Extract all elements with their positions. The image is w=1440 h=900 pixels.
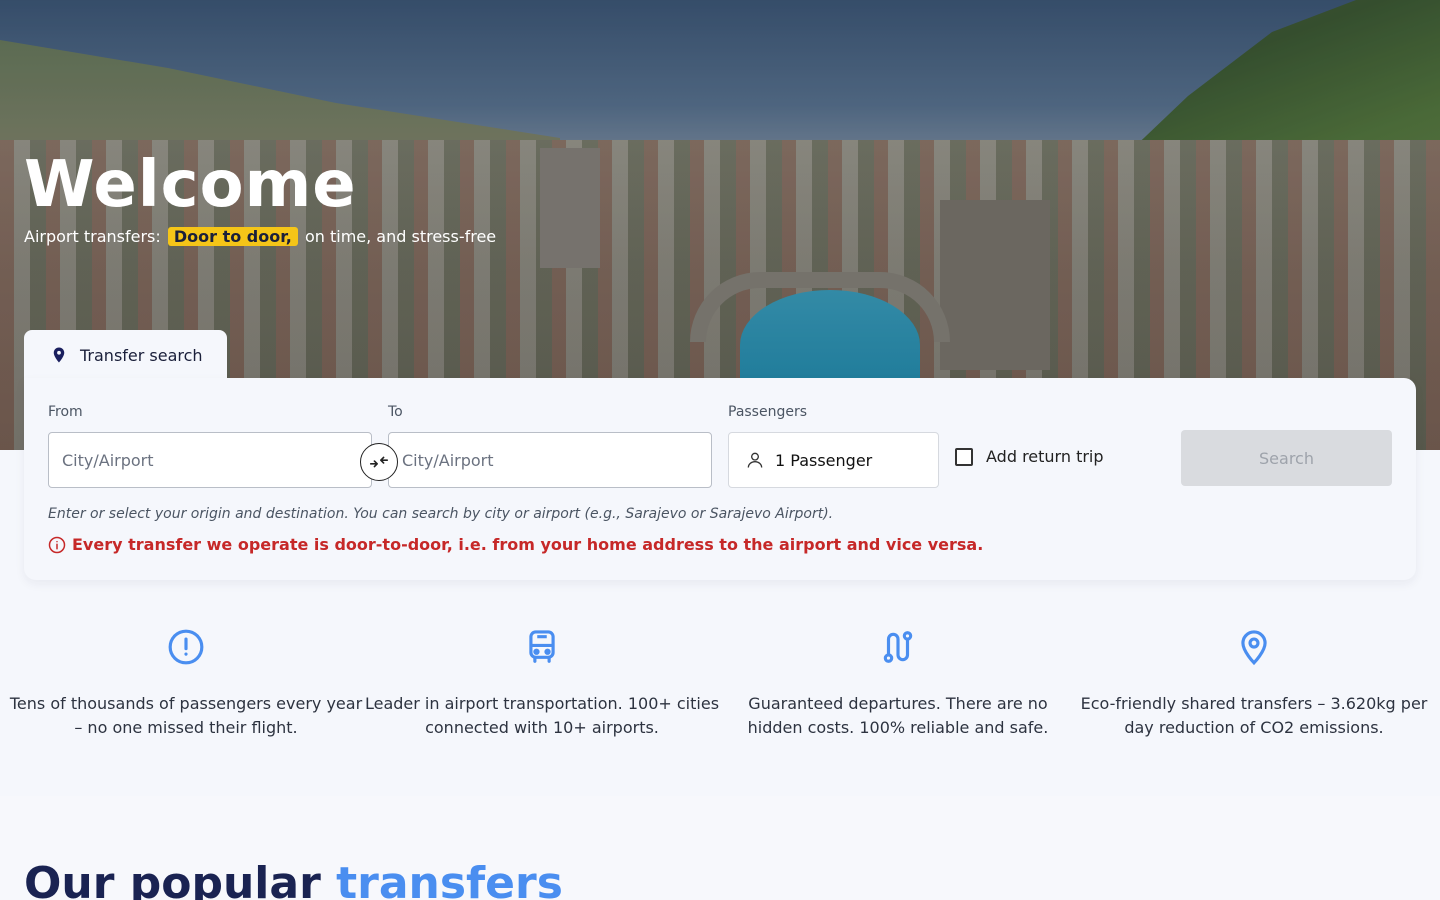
- return-trip-toggle[interactable]: Add return trip: [955, 447, 1104, 466]
- to-label: To: [388, 404, 403, 420]
- info-circle-icon: [48, 536, 66, 553]
- popular-heading-part1: Our popular: [24, 858, 321, 900]
- from-input[interactable]: [48, 432, 372, 488]
- search-hint: Enter or select your origin and destinat…: [48, 506, 834, 522]
- return-trip-checkbox[interactable]: [955, 447, 973, 466]
- swap-arrows-icon: [369, 456, 389, 468]
- map-pin-icon: [53, 347, 65, 363]
- from-label: From: [48, 404, 83, 420]
- return-trip-label: Add return trip: [986, 447, 1104, 466]
- feature-item: Guaranteed departures. There are no hidd…: [720, 628, 1076, 740]
- passengers-select[interactable]: 1 Passenger: [728, 432, 939, 488]
- feature-item: Eco-friendly shared transfers – 3.620kg …: [1076, 628, 1432, 740]
- hero-subtitle-prefix: Airport transfers:: [24, 227, 161, 246]
- feature-text: Leader in airport transportation. 100+ c…: [364, 694, 720, 737]
- passengers-value: 1 Passenger: [775, 450, 873, 470]
- door-to-door-warning: Every transfer we operate is door-to-doo…: [48, 535, 983, 554]
- map-pin-icon: [1241, 630, 1267, 666]
- feature-item: Leader in airport transportation. 100+ c…: [364, 628, 720, 740]
- feature-text: Eco-friendly shared transfers – 3.620kg …: [1080, 694, 1428, 737]
- exclamation-circle-icon: [168, 629, 204, 665]
- swap-locations-button[interactable]: [360, 443, 398, 481]
- route-icon: [883, 631, 913, 663]
- popular-heading-part2: transfers: [336, 858, 563, 900]
- to-input[interactable]: [388, 432, 712, 488]
- hero-title: Welcome: [24, 148, 357, 222]
- popular-transfers-heading: Our popular transfers: [24, 858, 563, 900]
- feature-text: Guaranteed departures. There are no hidd…: [747, 694, 1049, 737]
- user-icon: [747, 452, 763, 468]
- feature-item: Tens of thousands of passengers every ye…: [8, 628, 364, 740]
- passengers-label: Passengers: [728, 404, 808, 420]
- warning-text: Every transfer we operate is door-to-doo…: [72, 535, 984, 554]
- hero-subtitle-highlight: Door to door,: [167, 227, 298, 246]
- search-button[interactable]: Search: [1181, 430, 1392, 486]
- tab-label: Transfer search: [80, 345, 203, 365]
- feature-text: Tens of thousands of passengers every ye…: [9, 694, 363, 737]
- bus-icon: [529, 630, 555, 663]
- hero-subtitle: Airport transfers: Door to door, on time…: [24, 227, 496, 246]
- tab-transfer-search[interactable]: Transfer search: [24, 330, 227, 380]
- hero-subtitle-suffix: on time, and stress-free: [304, 227, 497, 246]
